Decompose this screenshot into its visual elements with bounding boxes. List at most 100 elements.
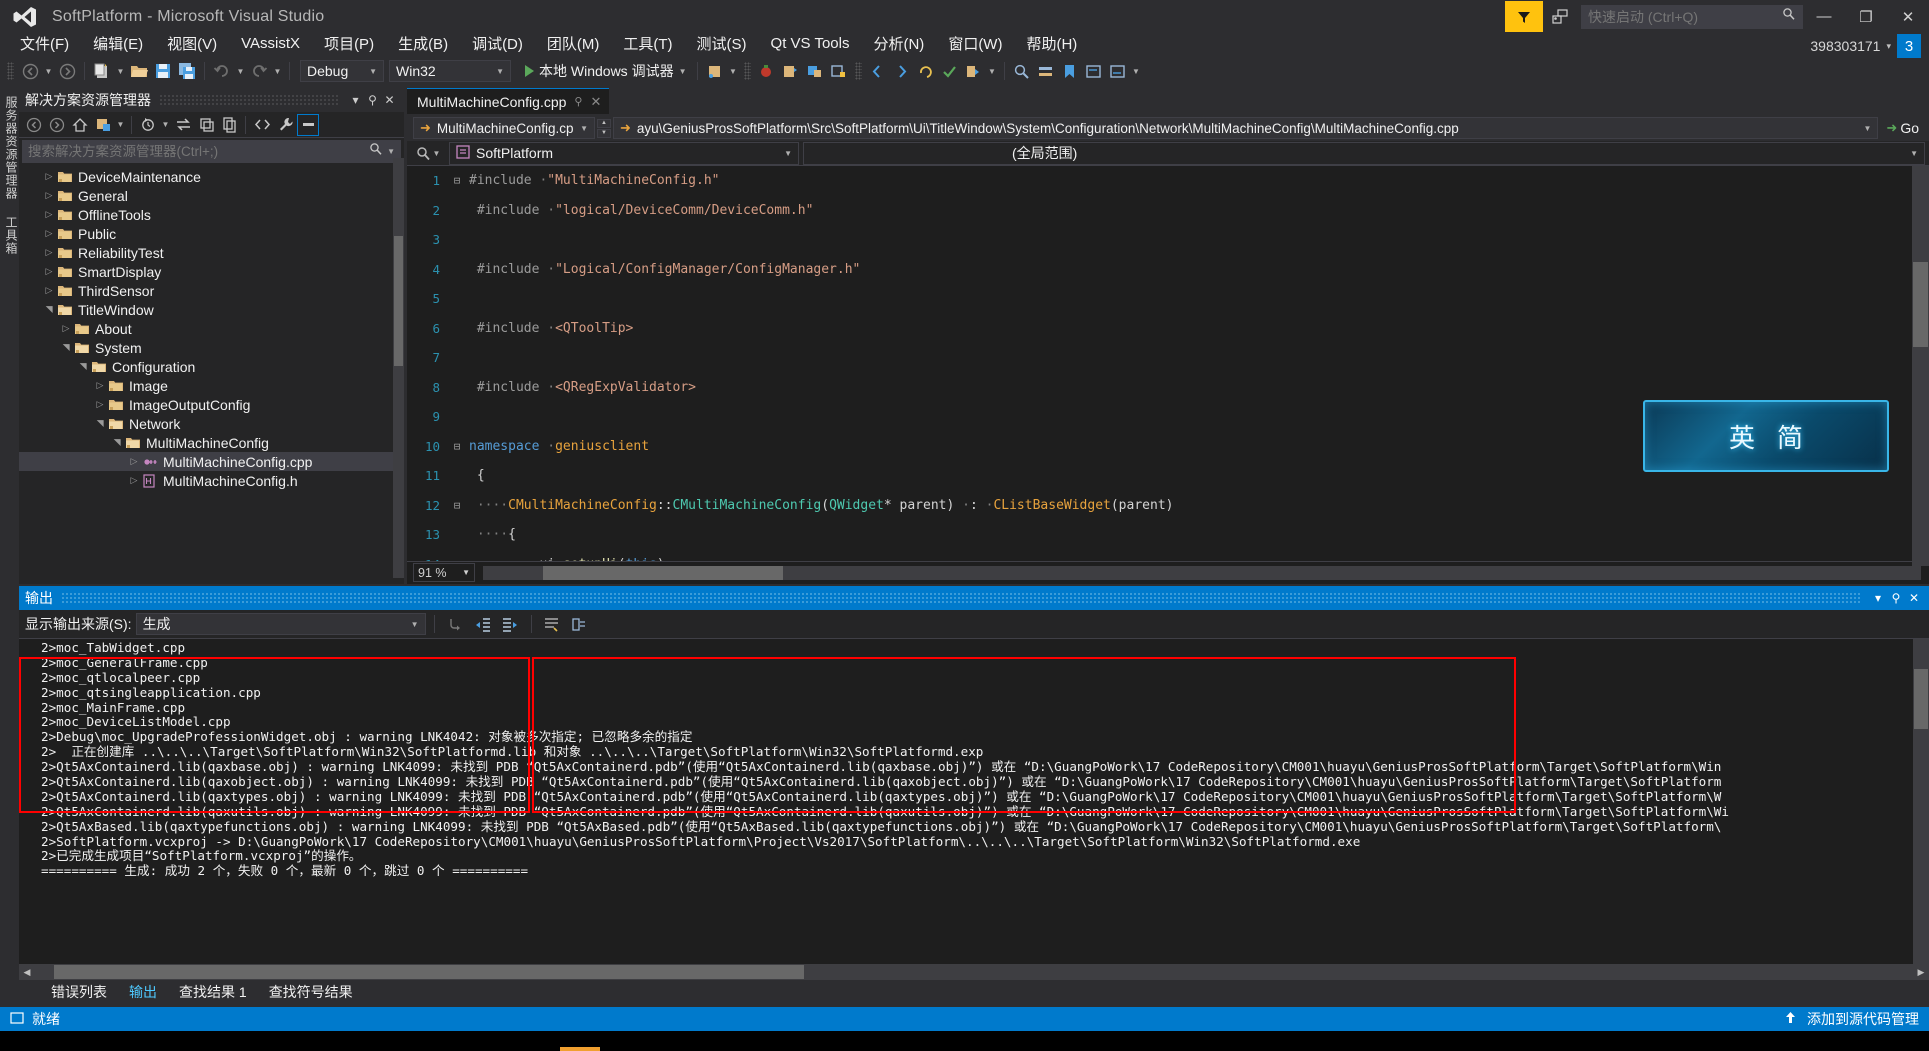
close-button[interactable]: ✕ bbox=[1887, 1, 1929, 32]
menu-project[interactable]: 项目(P) bbox=[312, 31, 386, 56]
tab-error-list[interactable]: 错误列表 bbox=[41, 980, 117, 1004]
go-to-next-icon[interactable] bbox=[891, 60, 913, 82]
output-vertical-scrollbar[interactable] bbox=[1913, 639, 1929, 964]
scrollbar-thumb[interactable] bbox=[394, 236, 403, 366]
output-line-highlighted[interactable]: 2>Debug\moc_UpgradeProfessionWidget.obj … bbox=[41, 729, 1929, 745]
document-tab-multimachineconfig-cpp[interactable]: MultiMachineConfig.cpp ⚲ ✕ bbox=[407, 88, 610, 114]
quick-launch-input[interactable] bbox=[1588, 8, 1782, 25]
chevron-down-icon[interactable]: ▾ bbox=[1886, 41, 1891, 52]
pin-icon[interactable]: ⚲ bbox=[574, 95, 582, 108]
chevron-down-icon[interactable]: ▼ bbox=[1910, 149, 1918, 158]
expander-expand-icon[interactable]: ▷ bbox=[93, 399, 107, 410]
tree-item-multimachineconfig-h[interactable]: ▷ MultiMachineConfig.h bbox=[19, 471, 404, 490]
expander-collapse-icon[interactable]: ◢ bbox=[78, 360, 89, 374]
spinner-up-icon[interactable]: ▲ bbox=[597, 118, 611, 128]
code-line[interactable]: 2 #include ·"logical/DeviceComm/DeviceCo… bbox=[407, 196, 1929, 226]
toolbar-grip-3[interactable] bbox=[854, 62, 862, 80]
expander-expand-icon[interactable]: ▷ bbox=[42, 209, 56, 220]
expander-expand-icon[interactable]: ▷ bbox=[127, 475, 141, 486]
chevron-down-icon[interactable]: ▾ bbox=[347, 90, 364, 110]
clear-all-icon[interactable] bbox=[471, 613, 495, 635]
output-line[interactable]: 2>moc_GeneralFrame.cpp bbox=[41, 655, 1929, 671]
show-all-files-icon[interactable] bbox=[218, 114, 240, 136]
chevron-down-icon[interactable]: ▼ bbox=[411, 620, 419, 629]
tab-find-symbol-results[interactable]: 查找符号结果 bbox=[259, 980, 363, 1004]
tree-item-configuration[interactable]: ◢ Configuration bbox=[19, 357, 404, 376]
tab-output[interactable]: 输出 bbox=[119, 980, 167, 1004]
code-fold-toggle[interactable]: ⊟ bbox=[449, 174, 465, 187]
scroll-right-icon[interactable]: ▶ bbox=[1913, 964, 1929, 980]
solution-view-caret[interactable]: ▼ bbox=[115, 114, 126, 136]
pending-changes-caret[interactable]: ▼ bbox=[160, 114, 171, 136]
menu-qt-vs-tools[interactable]: Qt VS Tools bbox=[759, 33, 862, 54]
chevron-down-icon[interactable]: ▼ bbox=[433, 149, 441, 158]
solution-explorer-scrollbar[interactable] bbox=[393, 158, 404, 578]
scrollbar-thumb[interactable] bbox=[1914, 669, 1928, 729]
output-text-area[interactable]: 2>moc_TabWidget.cpp 2>moc_GeneralFrame.cp… bbox=[19, 639, 1929, 964]
menu-edit[interactable]: 编辑(E) bbox=[81, 31, 155, 56]
code-text-area[interactable]: 1 ⊟ #include ·"MultiMachineConfig.h" 2 #inc… bbox=[407, 166, 1929, 561]
bookmark-icon[interactable] bbox=[1059, 60, 1081, 82]
undo-icon[interactable] bbox=[211, 60, 233, 82]
tree-item-image[interactable]: ▷ Image bbox=[19, 376, 404, 395]
zoom-level-combo[interactable]: 91 % ▼ bbox=[413, 563, 475, 582]
toolbar-grip[interactable] bbox=[7, 62, 14, 80]
menu-window[interactable]: 窗口(W) bbox=[936, 31, 1014, 56]
pending-changes-icon[interactable] bbox=[137, 114, 159, 136]
menu-team[interactable]: 团队(M) bbox=[535, 31, 612, 56]
redo-icon[interactable] bbox=[248, 60, 270, 82]
expander-expand-icon[interactable]: ▷ bbox=[42, 285, 56, 296]
expander-expand-icon[interactable]: ▷ bbox=[127, 456, 141, 467]
tree-item-devicemaintenance[interactable]: ▷ DeviceMaintenance bbox=[19, 167, 404, 186]
start-debugging-button[interactable]: 本地 Windows 调试器 ▼ bbox=[521, 60, 691, 82]
menu-help[interactable]: 帮助(H) bbox=[1014, 31, 1089, 56]
scrollbar-thumb[interactable] bbox=[54, 965, 804, 979]
editor-vertical-scrollbar[interactable] bbox=[1912, 166, 1929, 566]
output-line-highlighted[interactable]: 2>Qt5AxBased.lib(qaxtypefunctions.obj) :… bbox=[41, 819, 1929, 835]
editor-horizontal-scrollbar[interactable] bbox=[483, 565, 1921, 580]
properties-window-icon[interactable] bbox=[828, 60, 850, 82]
expander-expand-icon[interactable]: ▷ bbox=[42, 228, 56, 239]
code-line[interactable]: 14 ········ui.setupUi(this); bbox=[407, 550, 1929, 561]
code-fold-toggle[interactable]: ⊟ bbox=[449, 499, 465, 512]
step-into-code-icon[interactable] bbox=[780, 60, 802, 82]
solution-platform-combo[interactable]: Win32 ▼ bbox=[389, 60, 511, 82]
navigate-forward-icon[interactable] bbox=[56, 60, 78, 82]
chevron-down-icon[interactable]: ▼ bbox=[1857, 124, 1871, 133]
output-line-highlighted[interactable]: 2> 正在创建库 ..\..\..\Target\SoftPlatform\Wi… bbox=[41, 744, 1929, 760]
comment-selection-icon[interactable] bbox=[1083, 60, 1105, 82]
navigate-search-icon[interactable]: ▼ bbox=[407, 141, 449, 166]
expander-collapse-icon[interactable]: ◢ bbox=[61, 341, 72, 355]
toggle-wordwrap-icon[interactable] bbox=[499, 613, 523, 635]
home-icon[interactable] bbox=[69, 114, 91, 136]
find-replace-icon[interactable] bbox=[1035, 60, 1057, 82]
output-line[interactable]: 2>moc_MainFrame.cpp bbox=[41, 700, 1929, 716]
code-line[interactable]: 7 bbox=[407, 343, 1929, 373]
chevron-down-icon[interactable]: ▼ bbox=[784, 149, 792, 158]
solution-explorer-search-input[interactable] bbox=[28, 144, 370, 159]
output-line[interactable]: 2>已完成生成项目“SoftPlatform.vcxproj”的操作。 bbox=[41, 849, 1929, 864]
tree-item-general[interactable]: ▷ General bbox=[19, 186, 404, 205]
close-icon[interactable]: ✕ bbox=[590, 94, 601, 110]
attach-caret[interactable]: ▼ bbox=[728, 60, 739, 82]
scroll-left-icon[interactable]: ◀ bbox=[19, 964, 35, 980]
tree-item-thirdsensor[interactable]: ▷ ThirdSensor bbox=[19, 281, 404, 300]
undo-caret[interactable]: ▼ bbox=[235, 60, 246, 82]
new-project-caret[interactable]: ▼ bbox=[115, 60, 126, 82]
expander-expand-icon[interactable]: ▷ bbox=[42, 266, 56, 277]
quick-launch-box[interactable] bbox=[1581, 4, 1803, 29]
preview-selected-icon[interactable] bbox=[297, 113, 319, 136]
save-all-icon[interactable] bbox=[176, 60, 198, 82]
new-window-icon[interactable] bbox=[804, 60, 826, 82]
expander-expand-icon[interactable]: ▷ bbox=[59, 323, 73, 334]
menu-vassistx[interactable]: VAssistX bbox=[229, 33, 312, 54]
solution-view-icon[interactable] bbox=[92, 114, 114, 136]
account-badge[interactable]: 3 bbox=[1897, 34, 1921, 58]
code-line[interactable]: 3 bbox=[407, 225, 1929, 255]
output-line[interactable]: 2>moc_qtlocalpeer.cpp bbox=[41, 670, 1929, 686]
menu-tools[interactable]: 工具(T) bbox=[611, 31, 684, 56]
uncomment-selection-icon[interactable] bbox=[1107, 60, 1129, 82]
breakpoint-icon[interactable] bbox=[756, 60, 778, 82]
output-source-combo[interactable]: 生成 ▼ bbox=[135, 613, 426, 635]
tree-item-about[interactable]: ▷ About bbox=[19, 319, 404, 338]
